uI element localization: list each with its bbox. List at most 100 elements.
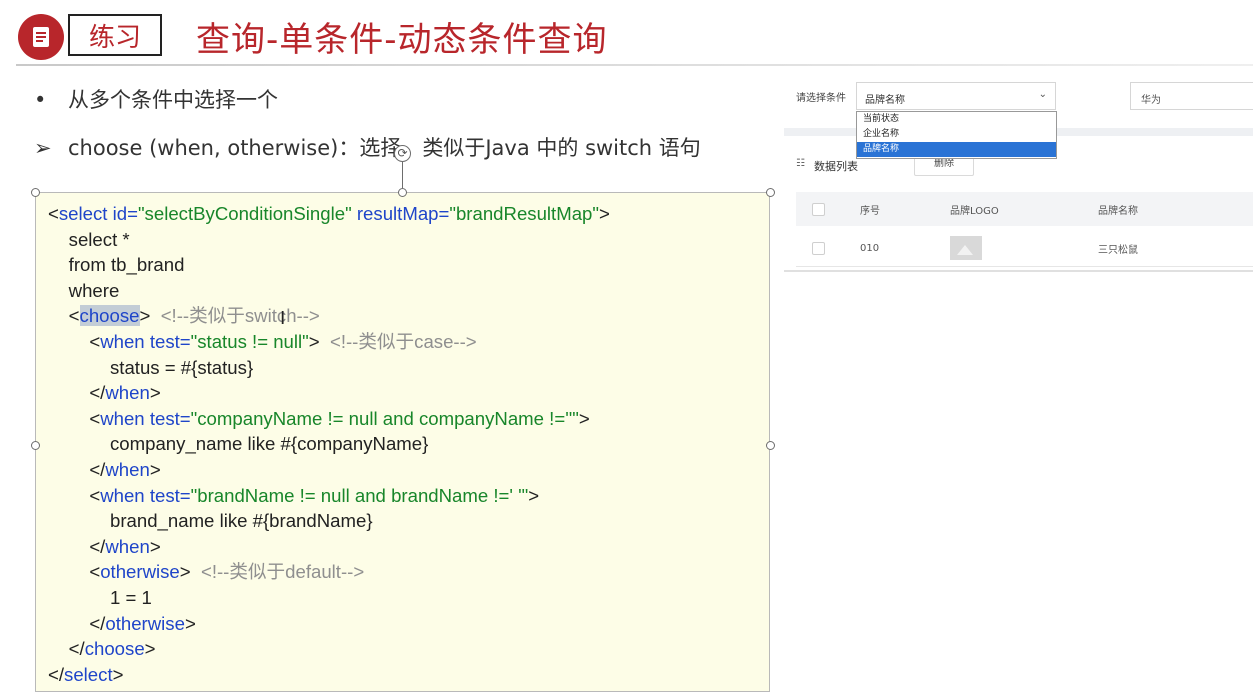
app-bottom-border <box>784 270 1253 272</box>
code-token: > <box>112 663 124 685</box>
code-line: <choose> <!--类似于switch--> <box>48 303 610 329</box>
code-selected-text: choose <box>79 305 140 327</box>
code-token: status = #{status} <box>48 356 254 378</box>
resize-handle-middle-right[interactable] <box>766 441 775 450</box>
code-token: < <box>89 561 101 583</box>
code-token: test= <box>149 330 191 352</box>
code-token: > <box>149 458 161 480</box>
dropdown-option-company[interactable]: 企业名称 <box>857 127 1056 142</box>
code-token: </ <box>89 382 106 404</box>
code-token: select * <box>48 228 130 250</box>
code-token: select <box>58 203 108 224</box>
code-token: where <box>48 279 120 301</box>
code-token: > <box>578 407 590 429</box>
code-token: when <box>105 458 150 480</box>
code-token: </ <box>89 535 106 557</box>
code-token: > <box>179 561 191 583</box>
code-token: > <box>149 382 161 404</box>
row-checkbox-cell <box>812 230 825 266</box>
code-token: select <box>64 663 113 685</box>
code-token: from tb_brand <box>48 254 185 276</box>
header-divider <box>16 64 1253 66</box>
code-token: choose <box>84 638 145 660</box>
code-token: 1 = 1 <box>48 586 152 608</box>
code-line: <otherwise> <!--类似于default--> <box>48 559 610 585</box>
code-line: </when> <box>48 457 610 483</box>
resize-handle-top-right[interactable] <box>766 188 775 197</box>
code-line: <when test="companyName != null and comp… <box>48 406 610 432</box>
rotate-handle-icon[interactable]: ⟳ <box>394 145 411 162</box>
code-token: > <box>139 305 151 327</box>
code-line: </choose> <box>48 636 610 662</box>
code-line: </when> <box>48 534 610 560</box>
code-token: "brandResultMap" <box>449 203 599 224</box>
code-token: < <box>89 330 101 352</box>
code-token: < <box>48 203 59 224</box>
code-token: </ <box>68 638 85 660</box>
code-token: otherwise <box>105 612 185 634</box>
code-line: <when test="brandName != null and brandN… <box>48 483 610 509</box>
code-token: id= <box>112 203 138 224</box>
condition-select-value: 品牌名称 <box>865 95 905 106</box>
condition-value-input[interactable]: 华为 <box>1130 82 1253 110</box>
condition-dropdown[interactable]: 当前状态 企业名称 品牌名称 <box>856 111 1057 159</box>
dropdown-option-brand[interactable]: 品牌名称 <box>857 142 1056 157</box>
resize-handle-middle-left[interactable] <box>31 441 40 450</box>
code-token: "companyName != null and companyName !='… <box>190 407 579 429</box>
bullet-item: ➢ choose (when, otherwise)：选择，类似于Java 中的 … <box>34 132 701 162</box>
dropdown-option-status[interactable]: 当前状态 <box>857 112 1056 127</box>
code-token: when <box>100 330 145 352</box>
code-token: < <box>89 407 101 429</box>
document-icon <box>18 14 64 60</box>
code-token: otherwise <box>100 561 180 583</box>
page-title: 查询-单条件-动态条件查询 <box>196 20 608 60</box>
code-comment: <!--类似于case--> <box>319 330 477 352</box>
code-line: company_name like #{companyName} <box>48 431 610 457</box>
code-line: where <box>48 278 610 304</box>
code-block[interactable]: <select id="selectByConditionSingle" res… <box>35 192 770 692</box>
resize-handle-top-left[interactable] <box>31 188 40 197</box>
column-header-logo: 品牌LOGO <box>950 205 999 217</box>
column-header-brand: 品牌名称 <box>1098 205 1138 217</box>
code-token: < <box>68 305 80 327</box>
code-line: <when test="status != null"> <!--类似于case… <box>48 329 610 355</box>
rotation-handle-line <box>402 160 403 188</box>
code-token: > <box>599 203 610 224</box>
code-line: </when> <box>48 380 610 406</box>
code-token: > <box>528 484 540 506</box>
resize-handle-top-center[interactable] <box>398 188 407 197</box>
code-token: > <box>308 330 320 352</box>
code-line: </select> <box>48 662 610 688</box>
code-line: <select id="selectByConditionSingle" res… <box>48 201 610 227</box>
row-checkbox[interactable] <box>812 241 825 255</box>
code-lines: <select id="selectByConditionSingle" res… <box>48 201 610 687</box>
code-token: > <box>184 612 196 634</box>
condition-select[interactable]: 品牌名称 ⌄ <box>856 82 1056 110</box>
filter-label: 请选择条件 <box>796 93 846 104</box>
text-cursor-icon: I <box>280 308 286 329</box>
code-token: when <box>100 407 145 429</box>
code-token: > <box>149 535 161 557</box>
bullet-marker: • <box>34 88 47 112</box>
select-all-checkbox[interactable] <box>812 202 825 216</box>
code-line: from tb_brand <box>48 252 610 278</box>
code-token: </ <box>89 612 106 634</box>
code-line: status = #{status} <box>48 355 610 381</box>
image-placeholder-icon <box>950 230 982 266</box>
row-brand-name: 三只松鼠 <box>1098 244 1138 256</box>
brand-app-preview: 请选择条件 品牌名称 ⌄ 华为 当前状态 企业名称 品牌名称 ☷ 数据列表 删除… <box>784 70 1253 270</box>
code-token: </ <box>48 663 65 685</box>
chevron-down-icon: ⌄ <box>1038 89 1047 100</box>
code-token: when <box>100 484 145 506</box>
select-all-cell <box>812 192 825 226</box>
bullet-text: 从多个条件中选择一个 <box>68 88 278 112</box>
